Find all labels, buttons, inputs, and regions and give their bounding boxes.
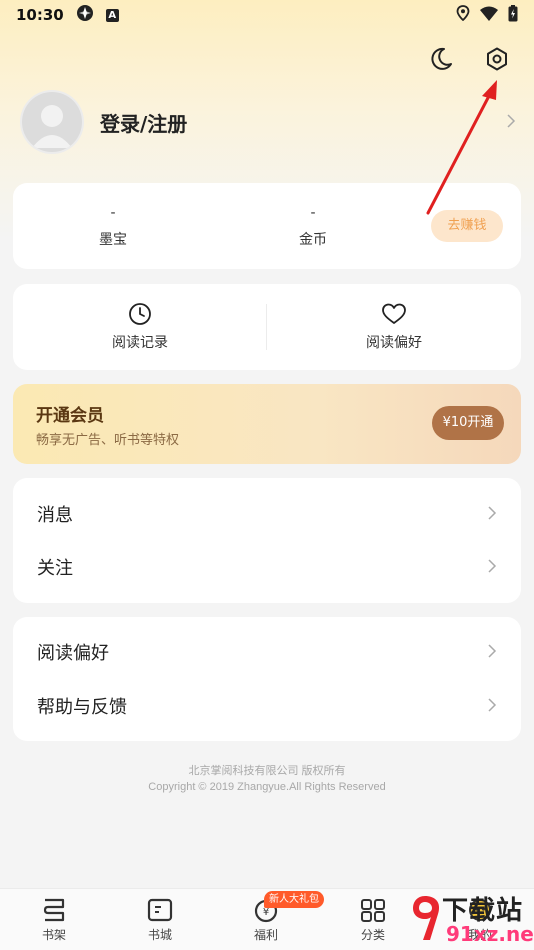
gear-icon (487, 47, 507, 71)
vip-title: 开通会员 (36, 406, 104, 426)
a-notification-icon: A (105, 8, 119, 22)
reading-history-button[interactable]: 阅读记录 (13, 284, 267, 370)
chevron-right-icon (506, 113, 516, 132)
chevron-right-icon (487, 505, 497, 524)
new-user-gift-badge: 新人大礼包 (264, 891, 324, 908)
divider (266, 304, 267, 350)
wallet-card: - 墨宝 - 金币 去赚钱 (13, 183, 521, 269)
menu-group-2: 阅读偏好 帮助与反馈 (13, 617, 521, 741)
vip-open-button[interactable]: ¥10开通 (432, 406, 504, 440)
gold-coin-label: 金币 (299, 232, 327, 248)
settings-button[interactable] (482, 44, 512, 74)
mobao-label: 墨宝 (99, 232, 127, 248)
tab-bookstore[interactable]: 书城 (130, 897, 190, 943)
bookshelf-icon (43, 898, 65, 922)
quick-links-card: 阅读记录 阅读偏好 (13, 284, 521, 370)
moon-icon (431, 47, 452, 70)
chevron-right-icon (487, 558, 497, 577)
site-watermark: 下载站 91xz.net (408, 888, 534, 950)
reading-preference-button[interactable]: 阅读偏好 (267, 284, 521, 370)
watermark-logo-icon (413, 896, 439, 940)
status-bar: 10:30 A (0, 0, 534, 30)
bookstore-icon (147, 898, 173, 922)
menu-item-label: 帮助与反馈 (37, 697, 127, 718)
menu-item-label: 阅读偏好 (37, 643, 109, 664)
chevron-right-icon (487, 697, 497, 716)
earn-money-button[interactable]: 去赚钱 (431, 210, 503, 242)
category-icon (361, 899, 385, 922)
battery-icon (508, 4, 518, 26)
menu-item-help-feedback[interactable]: 帮助与反馈 (13, 679, 521, 733)
heart-icon (382, 303, 406, 324)
menu-item-label: 消息 (37, 505, 73, 526)
tab-label: 书架 (41, 928, 66, 942)
tab-category[interactable]: 分类 (343, 897, 403, 943)
reading-history-label: 阅读记录 (112, 335, 168, 351)
tab-label: 分类 (360, 928, 385, 942)
tab-label: 书城 (147, 928, 172, 942)
svg-text:¥: ¥ (263, 907, 269, 918)
wifi-icon (480, 6, 498, 25)
menu-item-reading-preference[interactable]: 阅读偏好 (13, 625, 521, 679)
header-actions (426, 44, 512, 74)
vip-banner[interactable]: 开通会员 畅享无广告、听书等特权 ¥10开通 (13, 384, 521, 464)
menu-item-label: 关注 (37, 558, 73, 579)
location-icon (456, 5, 470, 25)
reading-preference-label: 阅读偏好 (366, 335, 422, 351)
chevron-right-icon (487, 643, 497, 662)
status-time: 10:30 (16, 6, 64, 24)
watermark-domain: 91xz.net (446, 922, 534, 946)
copyright-line-2: Copyright © 2019 Zhangyue.All Rights Res… (148, 781, 386, 793)
app-notification-icon (76, 4, 94, 26)
profile-login-row[interactable]: 登录/注册 (22, 92, 516, 152)
gold-coin-value: - (310, 205, 316, 221)
menu-item-messages[interactable]: 消息 (13, 487, 521, 541)
tab-label: 福利 (253, 928, 278, 942)
mobao-stat[interactable]: - 墨宝 (73, 205, 153, 249)
gold-coin-stat[interactable]: - 金币 (273, 205, 353, 249)
copyright-footer: 北京掌阅科技有限公司 版权所有 Copyright © 2019 Zhangyu… (0, 763, 534, 795)
copyright-line-1: 北京掌阅科技有限公司 版权所有 (188, 765, 346, 777)
avatar[interactable] (22, 92, 82, 152)
login-register-link[interactable]: 登录/注册 (100, 108, 187, 137)
tab-bookshelf[interactable]: 书架 (24, 897, 84, 943)
vip-subtitle: 畅享无广告、听书等特权 (36, 433, 180, 448)
mobao-value: - (110, 205, 116, 221)
clock-icon (129, 303, 151, 325)
menu-item-following[interactable]: 关注 (13, 540, 521, 594)
menu-group-1: 消息 关注 (13, 478, 521, 603)
night-mode-button[interactable] (426, 44, 456, 74)
